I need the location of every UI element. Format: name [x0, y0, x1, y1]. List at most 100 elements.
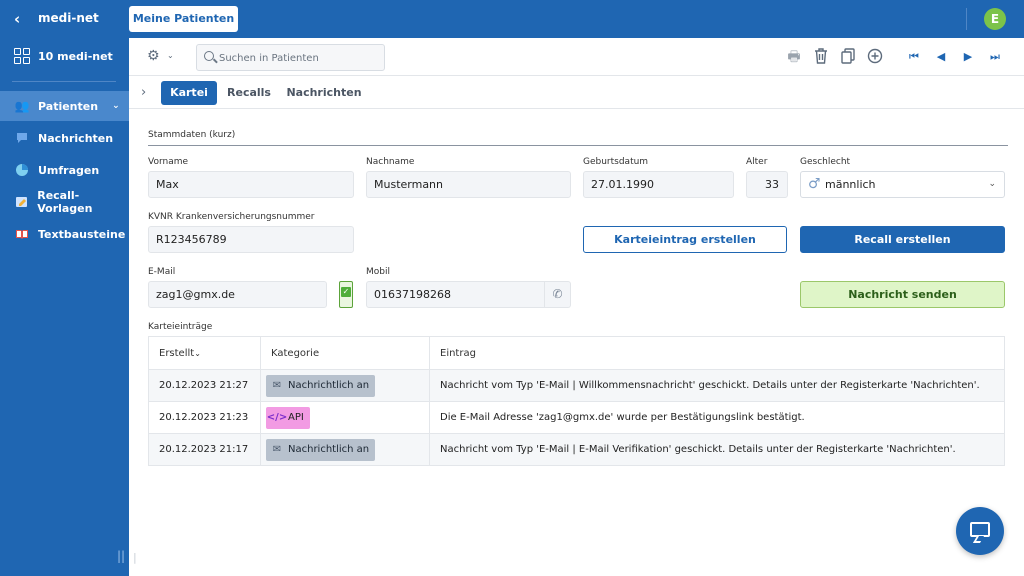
- column-header-erstellt[interactable]: Erstellt⌄: [148, 336, 261, 370]
- column-header-eintrag[interactable]: Eintrag: [429, 336, 1005, 370]
- chevron-down-icon: ⌄: [112, 101, 120, 111]
- phone-icon[interactable]: ✆: [545, 281, 571, 308]
- geburtsdatum-field[interactable]: 27.01.1990: [583, 171, 734, 198]
- vorname-field[interactable]: Max: [148, 171, 354, 198]
- column-header-kategorie[interactable]: Kategorie: [260, 336, 430, 370]
- mail-icon: ✉: [272, 380, 282, 391]
- nachricht-senden-button[interactable]: Nachricht senden: [800, 281, 1005, 308]
- mobil-label: Mobil: [366, 267, 390, 277]
- geschlecht-label: Geschlecht: [800, 157, 851, 167]
- book-icon: [14, 226, 30, 242]
- category-label: API: [288, 412, 304, 423]
- sidebar-item-textbausteine[interactable]: Textbausteine: [0, 219, 129, 249]
- first-icon[interactable]: ⏮: [905, 48, 923, 66]
- sidebar-item-label: Umfragen: [38, 163, 100, 177]
- karteieintrag-erstellen-button[interactable]: Karteieintrag erstellen: [583, 226, 787, 253]
- previous-icon[interactable]: ◀: [932, 48, 950, 66]
- erstellt-cell: 20.12.2023 21:23: [148, 401, 261, 434]
- erstellt-cell: 20.12.2023 21:17: [148, 433, 261, 466]
- mail-icon: ✉: [272, 444, 282, 455]
- mobil-field[interactable]: 01637198268: [366, 281, 545, 308]
- chat-icon: [970, 522, 990, 537]
- category-badge: </> API: [266, 406, 310, 429]
- search-box: [196, 44, 385, 71]
- recall-erstellen-button[interactable]: Recall erstellen: [800, 226, 1005, 253]
- sidebar-item-patienten[interactable]: 👥 Patienten ⌄: [0, 91, 129, 121]
- next-icon[interactable]: ▶: [959, 48, 977, 66]
- geschlecht-select[interactable]: ♂ männlich ⌄: [800, 171, 1005, 198]
- tab-kartei[interactable]: Kartei: [161, 81, 217, 105]
- divider: [148, 145, 1008, 146]
- kategorie-cell: ✉ Nachrichtlich an: [260, 369, 430, 402]
- gear-icon[interactable]: ⚙: [147, 48, 160, 64]
- search-icon: [204, 51, 214, 61]
- email-verified-checkbox[interactable]: [339, 281, 353, 308]
- top-bar: ‹ medi-net Meine Patienten E: [0, 0, 1024, 38]
- sidebar-resize-handle[interactable]: ||: [117, 549, 125, 563]
- sidebar-item-label: Recall-Vorlagen: [37, 189, 93, 215]
- column-label: Erstellt: [159, 347, 195, 359]
- email-field[interactable]: zag1@gmx.de: [148, 281, 327, 308]
- table-row[interactable]: 20.12.2023 21:17 ✉ Nachrichtlich an Nach…: [148, 433, 1005, 466]
- sidebar-home-label: 10 medi-net: [38, 49, 113, 63]
- geschlecht-value: männlich: [825, 178, 876, 191]
- category-label: Nachrichtlich an: [288, 380, 370, 391]
- kvnr-label: KVNR Krankenversicherungsnummer: [148, 212, 315, 222]
- chat-button[interactable]: [956, 507, 1004, 555]
- table-row[interactable]: 20.12.2023 21:27 ✉ Nachrichtlich an Nach…: [148, 369, 1005, 402]
- karteieintraege-title: Karteieinträge: [148, 322, 213, 332]
- add-icon[interactable]: [866, 48, 884, 66]
- alter-label: Alter: [746, 157, 768, 167]
- avatar[interactable]: E: [984, 8, 1006, 30]
- chevron-down-icon: ⌄: [194, 348, 201, 358]
- eintrag-cell: Nachricht vom Typ 'E-Mail | Willkommensn…: [429, 369, 1005, 402]
- chevron-left-icon[interactable]: ‹: [14, 9, 20, 29]
- chevron-down-icon[interactable]: ⌄: [167, 51, 174, 60]
- tab-bar: › Kartei Recalls Nachrichten: [129, 77, 1024, 109]
- male-icon: ♂: [808, 176, 821, 192]
- divider: [12, 81, 116, 82]
- chevron-right-icon[interactable]: ›: [141, 85, 146, 100]
- sidebar-item-label: Patienten: [38, 99, 99, 113]
- sidebar-item-umfragen[interactable]: Umfragen: [0, 155, 129, 185]
- sidebar-item-recall-vorlagen[interactable]: Recall-Vorlagen: [0, 187, 129, 217]
- pie-chart-icon: [14, 162, 30, 178]
- vorname-label: Vorname: [148, 157, 189, 167]
- sidebar-item-nachrichten[interactable]: Nachrichten: [0, 123, 129, 153]
- erstellt-cell: 20.12.2023 21:27: [148, 369, 261, 402]
- sidebar-item-label: Nachrichten: [38, 131, 114, 145]
- table-header-row: Erstellt⌄ Kategorie Eintrag: [148, 336, 1005, 370]
- app-title: medi-net: [38, 11, 99, 25]
- category-badge: ✉ Nachrichtlich an: [266, 374, 376, 397]
- kategorie-cell: ✉ Nachrichtlich an: [260, 433, 430, 466]
- content-resize-handle[interactable]: |: [133, 551, 137, 564]
- tab-nachrichten[interactable]: Nachrichten: [284, 81, 364, 105]
- tab-recalls[interactable]: Recalls: [221, 81, 277, 105]
- tab-meine-patienten[interactable]: Meine Patienten: [129, 6, 238, 32]
- sidebar: 10 medi-net 👥 Patienten ⌄ Nachrichten Um…: [0, 38, 129, 576]
- recall-template-icon: [14, 194, 29, 210]
- trash-icon[interactable]: [812, 48, 830, 66]
- kvnr-field[interactable]: R123456789: [148, 226, 354, 253]
- nachname-label: Nachname: [366, 157, 415, 167]
- eintrag-cell: Die E-Mail Adresse 'zag1@gmx.de' wurde p…: [429, 401, 1005, 434]
- sidebar-item-label: Textbausteine: [38, 227, 126, 241]
- email-label: E-Mail: [148, 267, 176, 277]
- karteieintraege-table: Erstellt⌄ Kategorie Eintrag 20.12.2023 2…: [148, 336, 1005, 466]
- table-row[interactable]: 20.12.2023 21:23 </> API Die E-Mail Adre…: [148, 401, 1005, 434]
- nachname-field[interactable]: Mustermann: [366, 171, 571, 198]
- print-icon[interactable]: 🖶: [785, 48, 803, 66]
- section-title: Stammdaten (kurz): [148, 130, 236, 140]
- patients-icon: 👥: [14, 99, 30, 113]
- chevron-down-icon: ⌄: [988, 179, 996, 189]
- kategorie-cell: </> API: [260, 401, 430, 434]
- category-badge: ✉ Nachrichtlich an: [266, 438, 376, 461]
- eintrag-cell: Nachricht vom Typ 'E-Mail | E-Mail Verif…: [429, 433, 1005, 466]
- sidebar-home[interactable]: 10 medi-net: [14, 46, 113, 66]
- code-icon: </>: [266, 412, 288, 423]
- copy-icon[interactable]: [839, 48, 857, 66]
- search-input[interactable]: [219, 49, 379, 67]
- toolbar: ⚙ ⌄ 🖶 ⏮ ◀ ▶ ⏭: [129, 38, 1024, 76]
- last-icon[interactable]: ⏭: [986, 48, 1004, 66]
- geburtsdatum-label: Geburtsdatum: [583, 157, 649, 167]
